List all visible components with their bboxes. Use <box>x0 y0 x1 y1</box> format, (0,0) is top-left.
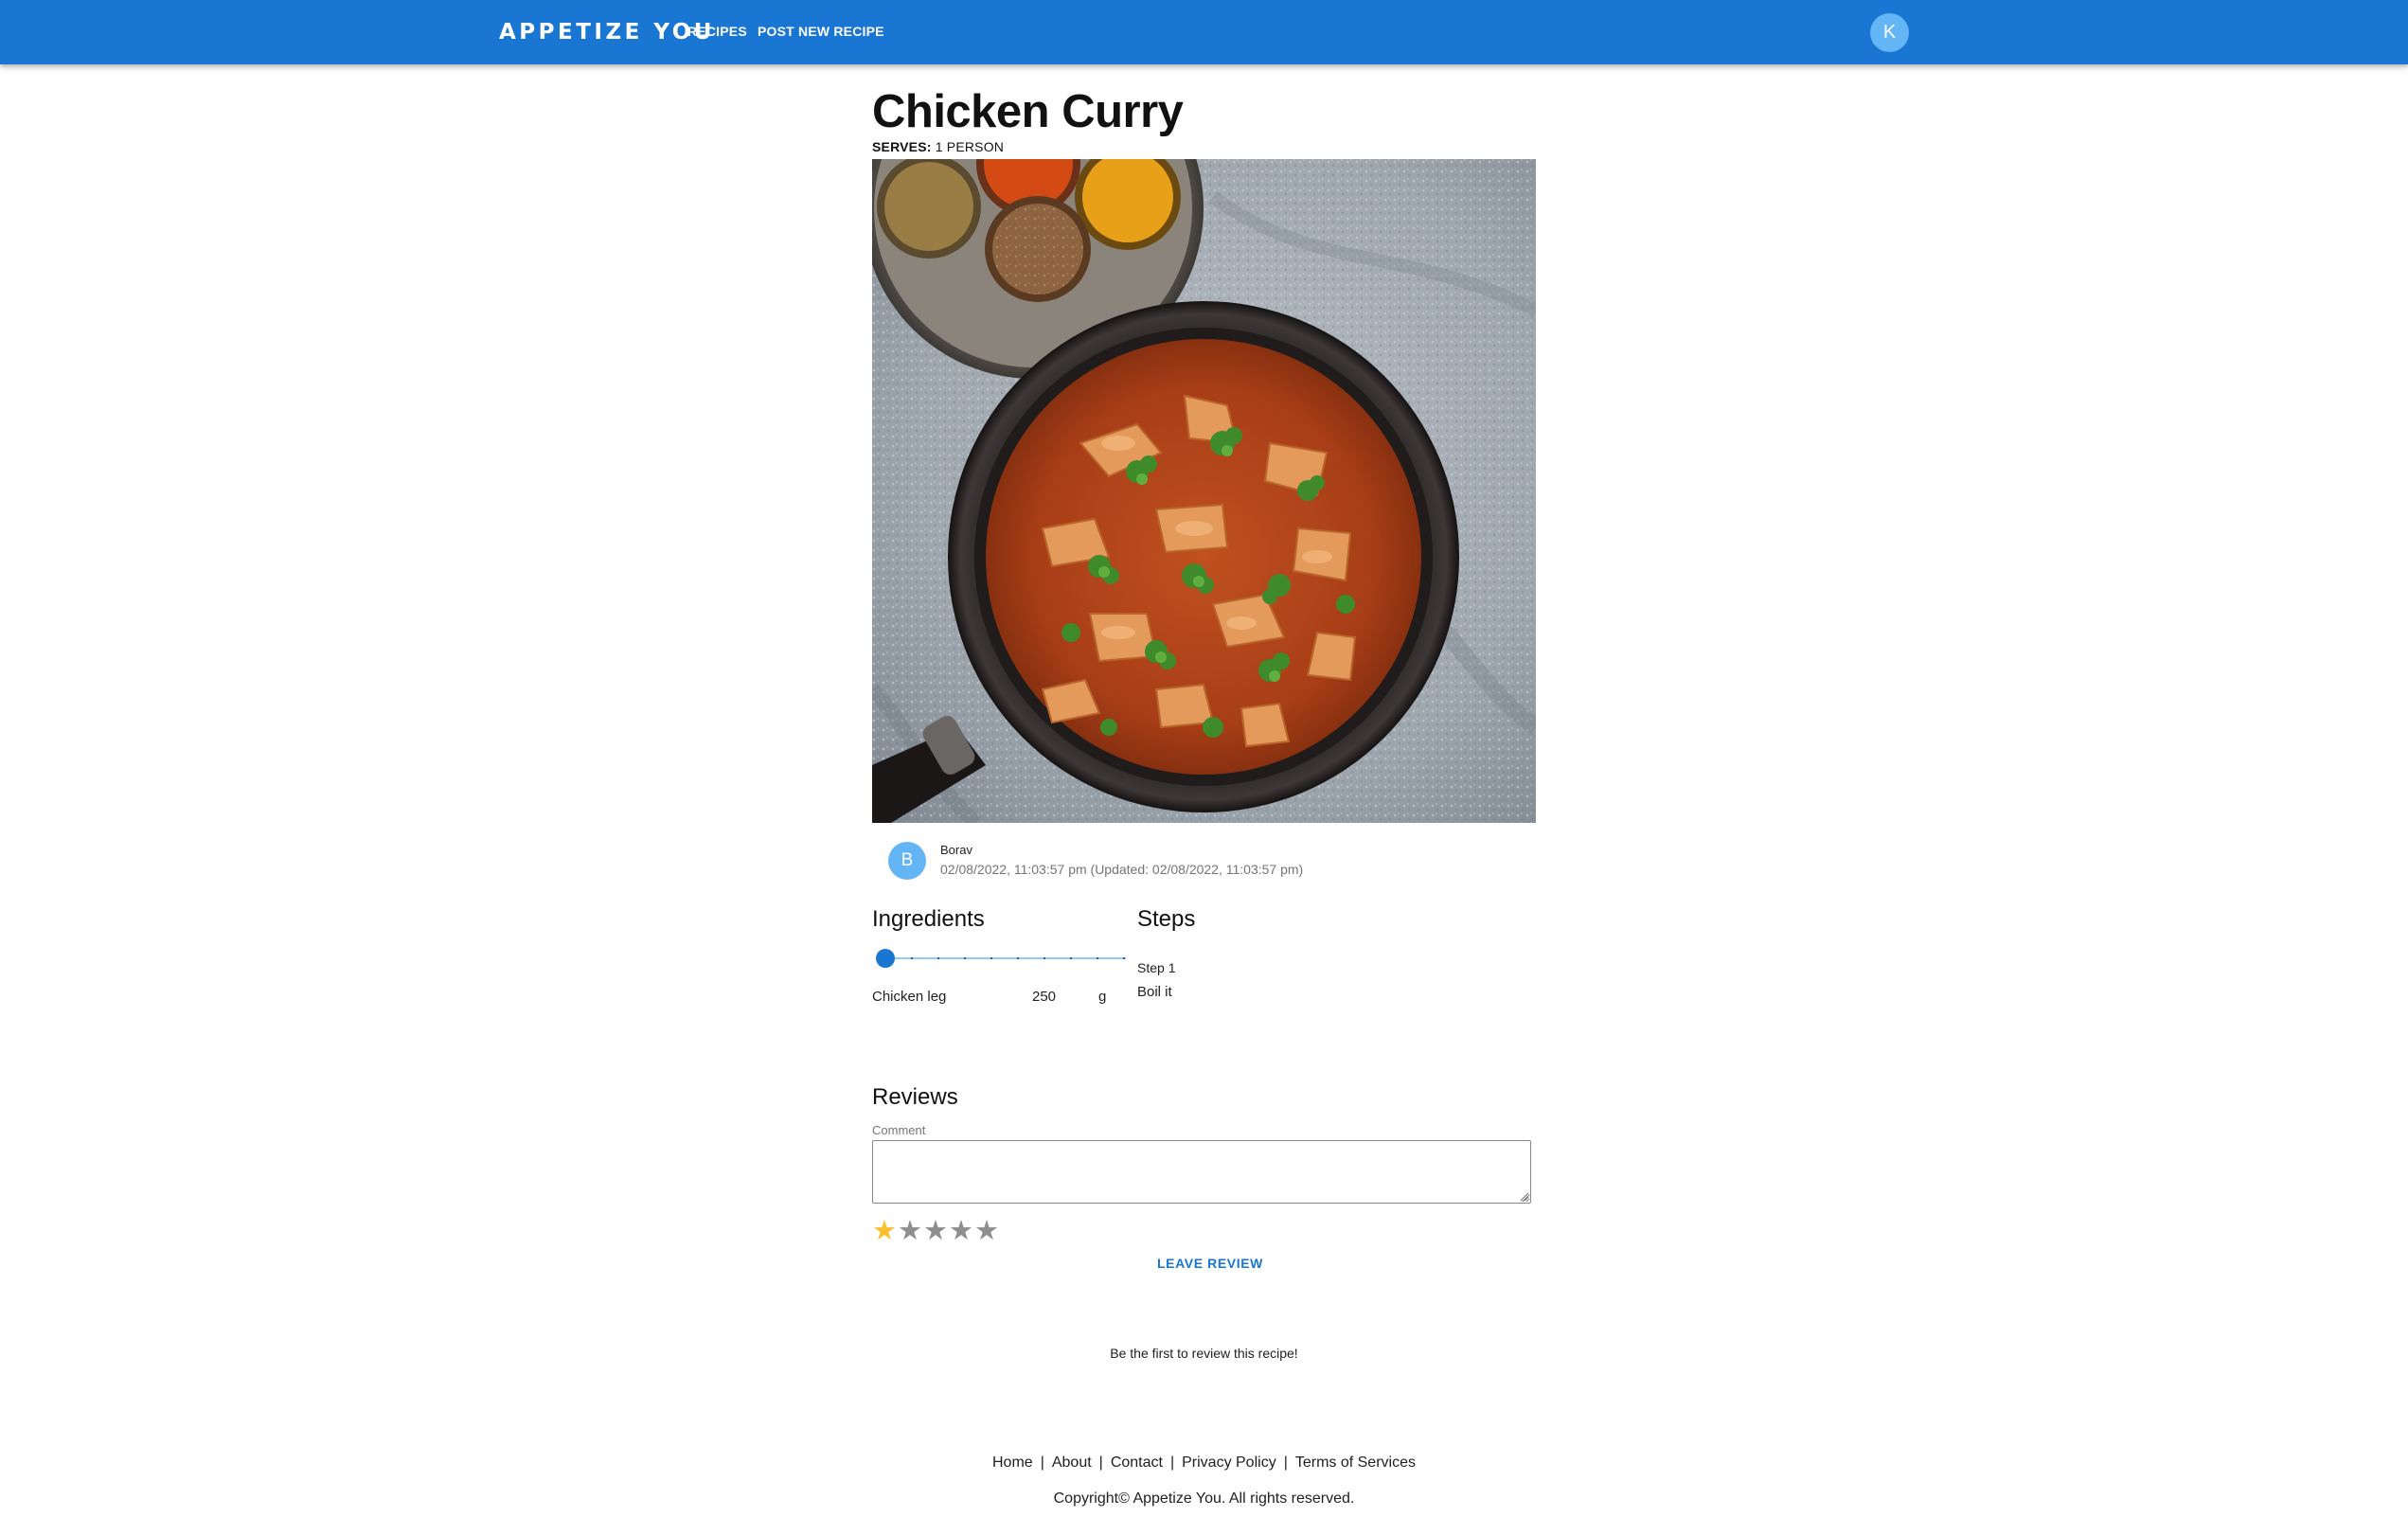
ingredient-quantity: 250 <box>1032 989 1057 1005</box>
footer-link-about[interactable]: About <box>1052 1455 1092 1471</box>
footer-separator: | <box>1283 1455 1288 1471</box>
step-label: Step 1 <box>1137 960 1176 975</box>
slider-tick <box>937 957 939 959</box>
serves-label: SERVES: <box>872 139 932 154</box>
step-text: Boil it <box>1137 984 1172 1000</box>
star-icon[interactable]: ★ <box>949 1216 973 1244</box>
ingredients-heading: Ingredients <box>872 906 985 932</box>
slider-thumb[interactable] <box>876 949 895 968</box>
footer-link-privacy-policy[interactable]: Privacy Policy <box>1182 1455 1276 1471</box>
nav-post-new-recipe-link[interactable]: POST NEW RECIPE <box>758 23 884 40</box>
user-avatar[interactable]: K <box>1870 13 1909 52</box>
footer-links: Home | About | Contact | Privacy Policy | Terms … <box>0 1454 2408 1472</box>
empty-reviews-message: Be the first to review this recipe! <box>1110 1346 1298 1361</box>
footer-link-terms-of-services[interactable]: Terms of Services <box>1295 1455 1416 1471</box>
footer-link-contact[interactable]: Contact <box>1111 1455 1163 1471</box>
slider-tick <box>911 957 913 959</box>
rating-stars[interactable]: ★ ★ ★ ★ ★ <box>872 1216 999 1244</box>
footer-separator: | <box>1098 1455 1103 1471</box>
resize-grip-icon[interactable] <box>1518 1190 1529 1202</box>
nav-recipes-link[interactable]: RECIPES <box>687 23 747 40</box>
recipe-photo-illustration <box>872 159 1536 823</box>
comment-label: Comment <box>872 1123 926 1137</box>
recipe-title: Chicken Curry <box>872 86 1184 137</box>
reviews-heading: Reviews <box>872 1084 958 1110</box>
servings-slider[interactable] <box>876 946 1126 971</box>
star-icon[interactable]: ★ <box>872 1216 897 1244</box>
serves-info: SERVES: 1 PERSON <box>872 139 1004 154</box>
author-timestamp: 02/08/2022, 11:03:57 pm (Updated: 02/08/… <box>940 862 1304 877</box>
star-icon[interactable]: ★ <box>898 1216 922 1244</box>
brand-logo[interactable]: APPETIZE YOU <box>499 19 715 45</box>
leave-review-button[interactable]: LEAVE REVIEW <box>1157 1256 1263 1271</box>
serves-value: 1 PERSON <box>935 139 1005 154</box>
ingredient-name: Chicken leg <box>872 989 947 1005</box>
slider-tick <box>1017 957 1019 959</box>
slider-track <box>885 957 1126 959</box>
slider-tick <box>990 957 992 959</box>
comment-input[interactable] <box>872 1140 1531 1204</box>
slider-tick <box>1123 957 1125 959</box>
star-icon[interactable]: ★ <box>923 1216 948 1244</box>
author-avatar: B <box>888 842 926 880</box>
slider-tick <box>1070 957 1072 959</box>
app-bar: APPETIZE YOU RECIPES POST NEW RECIPE K <box>0 0 2408 64</box>
footer-link-home[interactable]: Home <box>992 1455 1033 1471</box>
slider-tick <box>964 957 966 959</box>
footer-separator: | <box>1040 1455 1044 1471</box>
steps-heading: Steps <box>1137 906 1196 932</box>
ingredient-unit: g <box>1098 989 1107 1005</box>
slider-tick <box>1097 957 1098 959</box>
star-icon[interactable]: ★ <box>974 1216 999 1244</box>
recipe-photo <box>872 159 1536 823</box>
author-name: Borav <box>940 843 972 857</box>
slider-tick <box>1043 957 1045 959</box>
copyright: Copyright© Appetize You. All rights rese… <box>1053 1490 1355 1507</box>
footer-separator: | <box>1169 1455 1175 1471</box>
